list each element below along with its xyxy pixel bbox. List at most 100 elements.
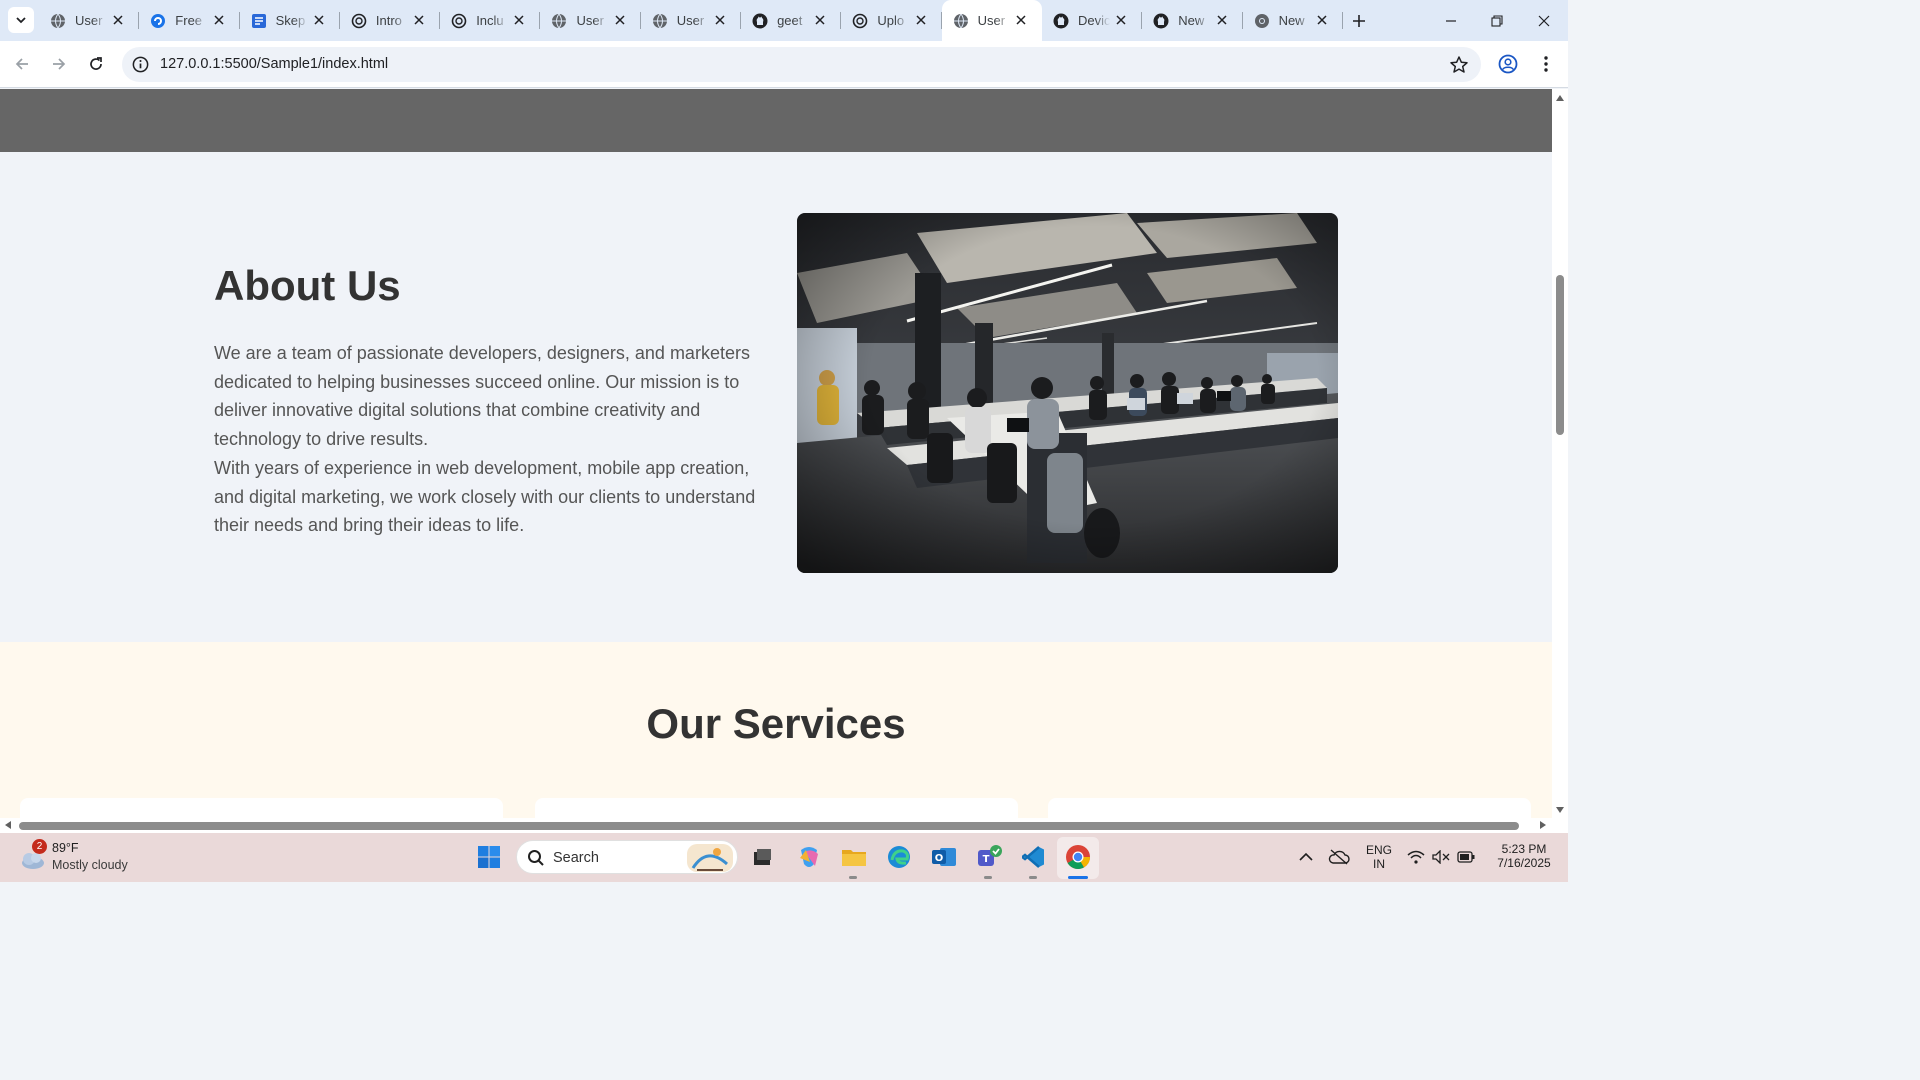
tab-title: Intro xyxy=(375,13,402,28)
file-explorer-button[interactable] xyxy=(838,841,870,873)
service-card xyxy=(20,798,503,818)
vscode-icon xyxy=(1022,846,1044,868)
tab-close-icon[interactable] xyxy=(111,13,125,27)
chrome-button[interactable] xyxy=(1062,841,1094,873)
battery-status[interactable] xyxy=(1453,841,1479,873)
clock-date: 7/16/2025 xyxy=(1497,856,1551,870)
vertical-scroll-thumb[interactable] xyxy=(1556,275,1564,435)
browser-tab[interactable]: New xyxy=(1243,0,1343,41)
menu-button[interactable] xyxy=(1533,51,1559,77)
plus-icon xyxy=(1353,15,1365,27)
tab-close-icon[interactable] xyxy=(713,13,727,27)
openai-icon xyxy=(851,12,869,30)
volume-muted-icon xyxy=(1432,850,1450,864)
github-icon xyxy=(751,12,769,30)
close-window-button[interactable] xyxy=(1521,0,1567,41)
about-section: About Us We are a team of passionate dev… xyxy=(0,152,1552,642)
weather-condition: Mostly cloudy xyxy=(52,858,128,872)
tab-close-icon[interactable] xyxy=(613,13,627,27)
teams-button[interactable]: T xyxy=(973,841,1005,873)
openai-icon xyxy=(450,12,468,30)
browser-tab[interactable]: Skep xyxy=(240,0,340,41)
tab-close-icon[interactable] xyxy=(813,13,827,27)
language-code: ENG xyxy=(1365,843,1392,857)
weather-widget[interactable]: 2 89°F Mostly cloudy xyxy=(16,839,176,877)
browser-tab[interactable]: New xyxy=(1142,0,1243,41)
running-indicator xyxy=(849,876,857,879)
horizontal-scroll-thumb[interactable] xyxy=(19,822,1519,830)
svg-text:O: O xyxy=(935,853,944,864)
tab-title: User xyxy=(676,13,705,28)
about-paragraph-2: With years of experience in web developm… xyxy=(214,458,756,536)
tab-title: geet xyxy=(777,13,803,28)
copilot-button[interactable] xyxy=(793,841,825,873)
onedrive-button[interactable] xyxy=(1324,841,1354,873)
wifi-status[interactable] xyxy=(1402,841,1430,873)
browser-tab[interactable]: Inclu xyxy=(440,0,541,41)
hero-section-bottom xyxy=(0,89,1552,152)
tab-close-icon[interactable] xyxy=(512,13,526,27)
outlook-button[interactable]: O xyxy=(928,841,960,873)
vscode-button[interactable] xyxy=(1018,841,1050,873)
volume-status[interactable] xyxy=(1428,841,1454,873)
browser-tab[interactable]: User xyxy=(39,0,140,41)
tab-active[interactable]: User xyxy=(941,0,1042,41)
show-hidden-icons-button[interactable] xyxy=(1291,841,1321,873)
tab-close-icon[interactable] xyxy=(1215,13,1229,27)
globe-icon xyxy=(952,12,970,30)
github-icon xyxy=(1152,12,1170,30)
start-button[interactable] xyxy=(473,841,505,873)
vertical-scrollbar[interactable] xyxy=(1552,89,1568,818)
tab-close-icon[interactable] xyxy=(212,13,226,27)
scroll-left-arrow-icon[interactable] xyxy=(3,820,13,830)
globe-icon xyxy=(550,12,568,30)
tab-close-icon[interactable] xyxy=(1014,13,1028,27)
system-clock[interactable]: 5:23 PM 7/16/2025 xyxy=(1484,842,1564,870)
scroll-up-arrow-icon[interactable] xyxy=(1555,93,1565,103)
browser-tab[interactable]: Free xyxy=(139,0,240,41)
taskbar-search-box[interactable]: Search xyxy=(516,840,738,874)
site-info-icon[interactable] xyxy=(131,55,150,74)
reload-icon xyxy=(90,57,102,70)
task-view-button[interactable] xyxy=(746,841,778,873)
search-highlight-icon xyxy=(687,844,733,872)
services-section: Our Services xyxy=(0,642,1552,818)
url-text[interactable]: 127.0.0.1:5500/Sample1/index.html xyxy=(160,56,388,72)
bookmark-star-icon[interactable] xyxy=(1449,55,1469,75)
tab-close-icon[interactable] xyxy=(914,13,928,27)
office-photo xyxy=(797,213,1338,573)
forward-button[interactable] xyxy=(46,51,72,77)
reload-button[interactable] xyxy=(83,51,109,77)
browser-tab[interactable]: Devic xyxy=(1042,0,1143,41)
profile-button[interactable] xyxy=(1495,51,1521,77)
page-viewport: About Us We are a team of passionate dev… xyxy=(0,89,1552,818)
address-bar[interactable]: 127.0.0.1:5500/Sample1/index.html xyxy=(122,47,1481,82)
new-tab-button[interactable] xyxy=(1348,10,1370,32)
openai-icon xyxy=(350,12,368,30)
browser-tab[interactable]: Intro xyxy=(340,0,441,41)
browser-tab[interactable]: Uplo xyxy=(841,0,942,41)
tab-close-icon[interactable] xyxy=(312,13,326,27)
back-button[interactable] xyxy=(9,51,35,77)
language-indicator[interactable]: ENG IN xyxy=(1362,843,1396,871)
scroll-down-arrow-icon[interactable] xyxy=(1555,805,1565,815)
horizontal-scrollbar[interactable] xyxy=(0,818,1552,833)
tab-search-button[interactable] xyxy=(8,7,34,33)
minimize-button[interactable] xyxy=(1428,0,1474,41)
tab-close-icon[interactable] xyxy=(1315,13,1329,27)
tab-title: Inclu xyxy=(476,13,504,28)
outlook-icon: O xyxy=(932,848,956,866)
edge-icon xyxy=(888,846,910,868)
tab-close-icon[interactable] xyxy=(1114,13,1128,27)
edge-button[interactable] xyxy=(883,841,915,873)
browser-tab[interactable]: User xyxy=(540,0,641,41)
restore-button[interactable] xyxy=(1474,0,1520,41)
office-illustration xyxy=(797,213,1338,573)
browser-tab[interactable]: User xyxy=(641,0,742,41)
github-icon xyxy=(1052,12,1070,30)
tab-close-icon[interactable] xyxy=(412,13,426,27)
copilot-icon xyxy=(800,847,818,867)
browser-tab[interactable]: geet xyxy=(741,0,842,41)
tab-title: User xyxy=(576,13,604,28)
scroll-right-arrow-icon[interactable] xyxy=(1538,820,1548,830)
